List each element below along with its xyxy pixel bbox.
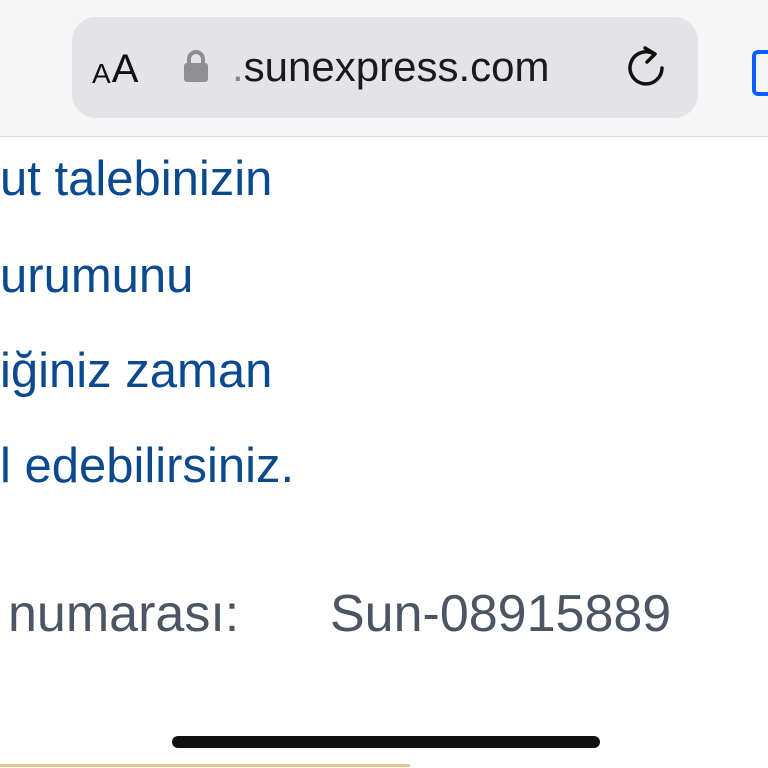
message-line-4: l edebilirsiniz. (0, 439, 295, 493)
text-size-small-glyph: A (92, 58, 111, 89)
text-size-large-glyph: A (111, 47, 139, 91)
tabs-icon[interactable] (752, 50, 768, 96)
lock-icon (184, 50, 208, 82)
message-line-1: ut talebinizin (0, 152, 273, 206)
url-prefix: . (232, 43, 244, 90)
browser-toolbar: A A .sunexpress.com (0, 0, 768, 137)
reference-label: numarası: (8, 585, 240, 643)
url-domain: sunexpress.com (243, 43, 550, 90)
bottom-edge-strip (0, 764, 410, 767)
home-indicator[interactable] (172, 736, 600, 748)
page-content: ut talebinizin urumunu iğiniz zaman l ed… (0, 136, 768, 768)
reference-number: Sun-08915889 (330, 585, 672, 643)
reload-icon[interactable] (624, 45, 668, 89)
address-bar[interactable]: A A .sunexpress.com (72, 17, 698, 118)
text-size-button[interactable]: A A (92, 47, 138, 89)
message-line-2: urumunu (0, 249, 194, 303)
message-line-3: iğiniz zaman (0, 344, 273, 398)
url-text[interactable]: .sunexpress.com (232, 41, 549, 93)
